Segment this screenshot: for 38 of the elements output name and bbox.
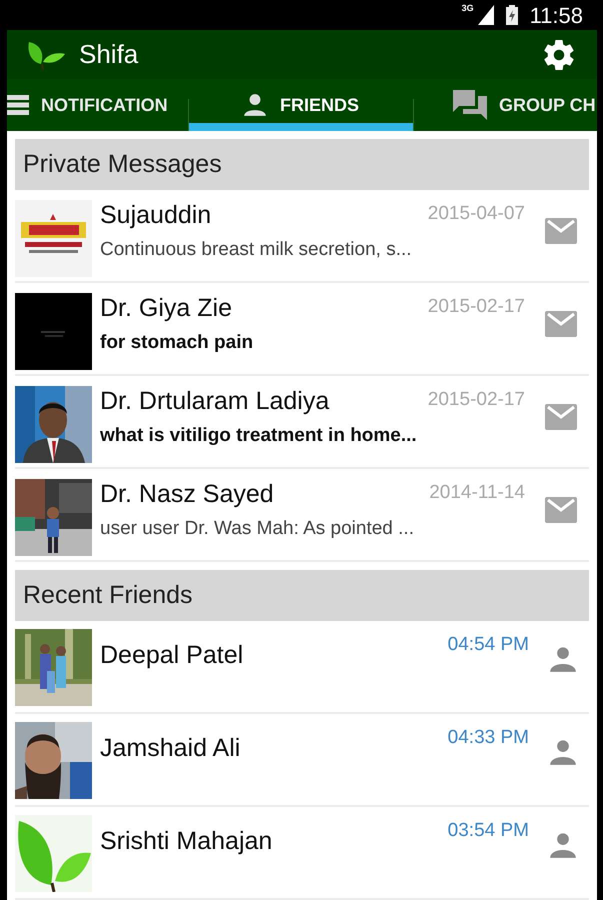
message-date: 2015-02-17	[428, 388, 526, 412]
message-date: 2015-02-17	[428, 295, 526, 319]
contact-name: Dr. Drtularam Ladiya	[100, 386, 330, 416]
network-type: 3G	[462, 2, 474, 15]
chat-icon	[453, 90, 487, 120]
contact-name: Dr. Giya Zie	[100, 293, 233, 323]
battery-icon	[506, 5, 518, 25]
contact-name: Dr. Nasz Sayed	[100, 479, 275, 509]
person-icon[interactable]	[549, 645, 577, 673]
message-date: 2015-04-07	[428, 202, 526, 226]
section-header: Private Messages	[15, 139, 589, 190]
section-header: Recent Friends	[15, 570, 589, 621]
message-preview: what is vitiligo treatment in home...	[100, 424, 418, 448]
message-preview: user user Dr. Was Mah: As pointed ...	[100, 517, 415, 541]
mail-icon[interactable]	[545, 311, 577, 337]
friend-name: Srishti Mahajan	[100, 826, 274, 857]
tab[interactable]: GROUP CH	[413, 79, 597, 131]
mail-icon[interactable]	[545, 404, 577, 430]
mail-icon[interactable]	[545, 497, 577, 523]
message-date: 2014-11-14	[429, 481, 526, 505]
contact-name: Sujauddin	[100, 200, 212, 230]
last-seen-time: 04:33 PM	[448, 726, 530, 750]
signal-icon	[478, 5, 494, 25]
last-seen-time: 04:54 PM	[448, 633, 530, 657]
friend-name: Jamshaid Ali	[100, 733, 242, 764]
friend-name: Deepal Patel	[100, 640, 244, 671]
clock-time: 11:58	[530, 2, 583, 30]
tab[interactable]: NOTIFICATION	[7, 79, 188, 131]
person-icon[interactable]	[549, 831, 577, 859]
message-preview: Continuous breast milk secretion, s...	[100, 238, 413, 262]
list-icon	[7, 94, 29, 116]
person-icon	[242, 92, 268, 118]
mail-icon[interactable]	[545, 218, 577, 244]
app-title: Shifa	[79, 38, 140, 72]
last-seen-time: 03:54 PM	[448, 819, 530, 843]
person-icon[interactable]	[549, 738, 577, 766]
leaf-logo-icon	[27, 40, 67, 70]
message-preview: for stomach pain	[100, 331, 254, 355]
